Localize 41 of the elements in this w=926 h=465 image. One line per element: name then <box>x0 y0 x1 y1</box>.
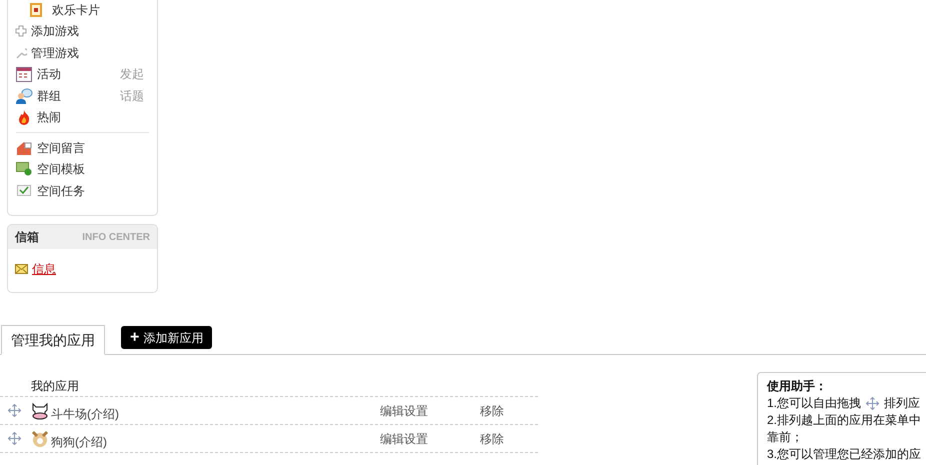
sidebar-link[interactable]: 空间任务 <box>37 182 85 200</box>
remove-link[interactable]: 移除 <box>480 402 504 420</box>
help-text: 3.您可以管理您已经添加的应 <box>767 446 922 463</box>
remove-link[interactable]: 移除 <box>480 430 504 448</box>
panel-title: 信箱 <box>15 229 39 246</box>
help-text: 2.排列越上面的应用在菜单中 <box>767 412 922 429</box>
move-icon[interactable] <box>8 432 21 445</box>
sidebar-link[interactable]: 添加游戏 <box>31 22 79 40</box>
edit-settings-link[interactable]: 编辑设置 <box>380 402 428 420</box>
dog-icon <box>31 430 49 448</box>
messages-link[interactable]: 信息 <box>32 260 56 278</box>
move-icon[interactable] <box>866 397 880 410</box>
plus-icon <box>15 25 27 38</box>
edit-settings-link[interactable]: 编辑设置 <box>380 430 428 448</box>
move-icon[interactable] <box>8 404 21 417</box>
help-text: 靠前； <box>767 429 803 446</box>
fire-icon <box>16 109 32 126</box>
sidebar-link[interactable]: 欢乐卡片 <box>52 0 100 19</box>
envelope-icon <box>15 264 28 274</box>
add-app-button[interactable]: + 添加新应用 <box>121 326 212 349</box>
people-icon <box>15 88 33 104</box>
sidebar-link[interactable]: 空间模板 <box>37 160 85 178</box>
help-title: 使用助手： <box>767 378 828 395</box>
template-icon <box>16 162 32 176</box>
section-heading: 我的应用 <box>31 378 79 394</box>
task-icon <box>17 185 31 196</box>
help-text: 1.您可以自由拖拽 <box>767 395 862 412</box>
sidebar-link[interactable]: 管理游戏 <box>31 44 79 62</box>
panel-subtitle: INFO CENTER <box>82 230 150 244</box>
tab[interactable]: 管理我的应用 <box>1 325 105 355</box>
house-icon <box>16 140 32 155</box>
help-text: 排列应 <box>884 395 920 412</box>
calendar-icon <box>16 66 32 82</box>
app-name[interactable]: 斗牛场(介绍) <box>51 404 119 422</box>
cow-icon <box>31 402 49 420</box>
sidebar-link[interactable]: 群组 <box>37 86 61 105</box>
app-name[interactable]: 狗狗(介绍) <box>51 432 107 450</box>
sidebar-link[interactable]: 活动 <box>37 65 61 84</box>
card-icon <box>29 2 43 18</box>
sidebar-link[interactable]: 热闹 <box>37 108 61 126</box>
sidebar-link[interactable]: 空间留言 <box>37 138 85 157</box>
